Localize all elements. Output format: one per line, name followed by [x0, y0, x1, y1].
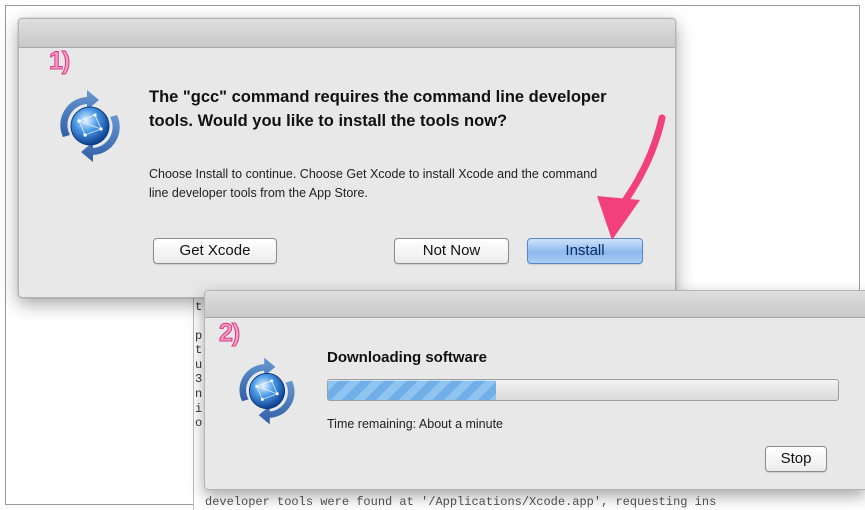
downloading-software-dialog: 2) Downloading software Time remaining: … — [204, 290, 865, 490]
install-tools-dialog: 1) The "gcc" command requires the comman… — [18, 18, 676, 298]
install-button[interactable]: Install — [527, 238, 643, 264]
step-1-label: 1) — [48, 47, 70, 76]
not-now-button[interactable]: Not Now — [394, 238, 509, 264]
stop-button[interactable]: Stop — [765, 446, 827, 472]
terminal-bottom-line: developer tools were found at '/Applicat… — [205, 495, 717, 509]
software-update-globe-icon — [49, 85, 131, 167]
download-progress-bar — [327, 379, 839, 401]
time-remaining-label: Time remaining: About a minute — [327, 417, 504, 431]
dialog-titlebar[interactable] — [19, 19, 675, 48]
download-title: Downloading software — [327, 349, 488, 366]
step-2-label: 2) — [218, 319, 240, 348]
dialog-titlebar[interactable] — [205, 291, 865, 318]
get-xcode-button[interactable]: Get Xcode — [153, 238, 277, 264]
download-progress-fill — [328, 380, 497, 400]
software-update-globe-icon — [229, 353, 305, 429]
dialog-message: Choose Install to continue. Choose Get X… — [149, 167, 598, 200]
dialog-heading: The "gcc" command requires the command l… — [149, 88, 607, 130]
